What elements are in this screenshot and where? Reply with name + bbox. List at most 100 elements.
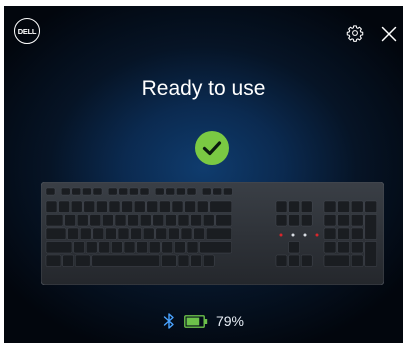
- keyboard-key: [83, 200, 95, 213]
- keyboard-key: [351, 200, 364, 213]
- keyboard-key: [129, 187, 139, 196]
- keyboard-key: [155, 227, 168, 240]
- keyboard-key: [45, 214, 64, 227]
- keyboard-image: [41, 182, 384, 285]
- keyboard-key: [92, 227, 104, 240]
- keyboard-key: [351, 241, 364, 254]
- keyboard-key: [212, 187, 223, 196]
- keyboard-key: [364, 214, 377, 240]
- keyboard-key: [301, 214, 313, 227]
- keyboard-key: [337, 214, 350, 227]
- keyboard-key: [171, 200, 184, 213]
- keyboard-key: [82, 187, 92, 196]
- keyboard-key: [121, 200, 133, 213]
- keyboard-key: [174, 241, 186, 254]
- keyboard-key: [177, 254, 190, 267]
- keyboard-key: [323, 214, 337, 227]
- keyboard-key: [223, 187, 233, 196]
- keyboard-key: [71, 200, 83, 213]
- keyboard-key: [45, 200, 58, 213]
- keyboard-key: [209, 200, 233, 213]
- keyboard-key: [165, 214, 177, 227]
- keyboard-key: [351, 227, 364, 240]
- gear-icon[interactable]: [346, 24, 364, 42]
- bluetooth-icon: [163, 313, 174, 329]
- indicator-light: [315, 233, 319, 237]
- status-bar: 79%: [4, 312, 403, 330]
- keyboard-key: [136, 241, 148, 254]
- keyboard-key: [323, 227, 337, 240]
- keyboard-key: [337, 227, 350, 240]
- indicator-light: [279, 233, 283, 237]
- keyboard-key: [199, 241, 232, 254]
- keyboard-key: [215, 214, 233, 227]
- keyboard-key: [89, 214, 101, 227]
- keyboard-key: [275, 254, 288, 267]
- keyboard-key: [177, 214, 190, 227]
- keyboard-key: [130, 227, 142, 240]
- keyboard-key: [123, 241, 136, 254]
- app-window: DELL Ready to use 79%: [4, 6, 403, 343]
- keyboard-key: [139, 187, 150, 196]
- keyboard-key: [301, 200, 313, 213]
- keyboard-key: [186, 187, 197, 196]
- keyboard-key: [146, 200, 159, 213]
- keyboard-key: [337, 241, 350, 254]
- keyboard-key: [184, 200, 196, 213]
- keyboard-key: [159, 200, 171, 213]
- keyboard-key: [62, 254, 74, 267]
- keyboard-key: [71, 187, 81, 196]
- keyboard-key: [323, 254, 350, 267]
- keyboard-key: [91, 254, 160, 267]
- battery-fill: [186, 317, 200, 325]
- dell-logo: DELL: [14, 18, 40, 44]
- keyboard-key: [64, 214, 76, 227]
- keyboard-key: [61, 187, 71, 196]
- keyboard-key: [190, 254, 202, 267]
- keyboard-key: [301, 254, 313, 267]
- keyboard-key: [288, 241, 300, 254]
- keyboard-key: [351, 254, 364, 267]
- keyboard-key: [180, 227, 193, 240]
- keyboard-key: [117, 227, 130, 240]
- keyboard-key: [351, 214, 364, 227]
- keyboard-key: [75, 254, 91, 267]
- keyboard-key: [139, 214, 152, 227]
- keyboard-key: [193, 227, 205, 240]
- keyboard-key: [364, 241, 377, 267]
- keyboard-key: [288, 254, 300, 267]
- keyboard-key: [275, 214, 288, 227]
- keyboard-key: [86, 241, 98, 254]
- keyboard-key: [161, 254, 177, 267]
- keyboard-key: [186, 241, 199, 254]
- keyboard-key: [176, 187, 186, 196]
- keyboard-key: [108, 200, 121, 213]
- keyboard-key: [58, 200, 70, 213]
- keyboard-key: [111, 241, 123, 254]
- keyboard-key: [323, 241, 337, 254]
- keyboard-key: [154, 187, 165, 196]
- keyboard-key: [133, 200, 146, 213]
- keyboard-key: [161, 241, 174, 254]
- keyboard-key: [127, 214, 139, 227]
- keyboard-key: [45, 187, 56, 196]
- keyboard-key: [202, 254, 215, 267]
- logo-text: DELL: [17, 26, 37, 36]
- close-icon[interactable]: [381, 26, 397, 42]
- keyboard-key: [96, 200, 108, 213]
- keyboard-key: [45, 241, 73, 254]
- keyboard-key: [168, 227, 180, 240]
- keyboard-key: [205, 227, 232, 240]
- keyboard-key: [275, 200, 288, 213]
- keyboard-key: [142, 227, 155, 240]
- keyboard-key: [364, 200, 377, 213]
- keyboard-key: [80, 227, 92, 240]
- keyboard-key: [45, 227, 67, 240]
- keyboard-key: [288, 214, 300, 227]
- keyboard-key: [148, 241, 161, 254]
- indicator-light: [303, 233, 307, 237]
- keyboard-key: [190, 214, 202, 227]
- keyboard-key: [196, 200, 209, 213]
- keyboard-key: [92, 187, 103, 196]
- keyboard-key: [98, 241, 110, 254]
